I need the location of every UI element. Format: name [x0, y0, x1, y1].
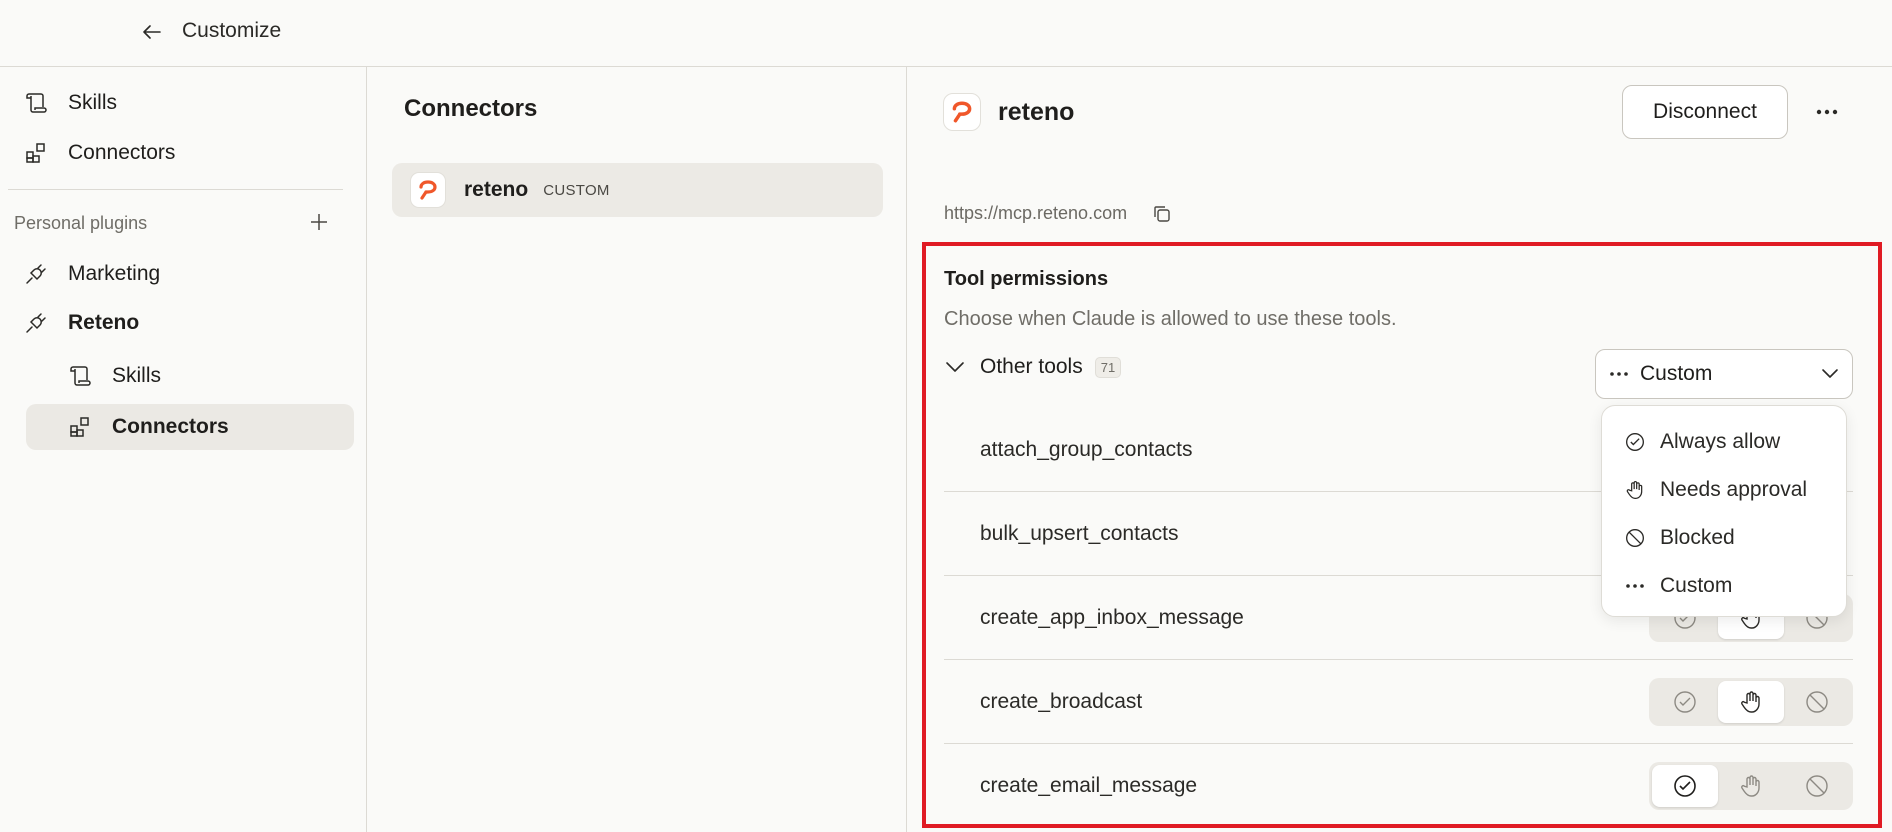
sidebar-item-label: Reteno	[68, 311, 140, 334]
panel-title: Connectors	[404, 95, 538, 122]
divider	[8, 189, 343, 190]
reteno-logo-icon	[943, 93, 981, 131]
sidebar-item-marketing[interactable]: Marketing	[22, 251, 342, 297]
chevron-down-icon	[1820, 364, 1840, 384]
permission-select[interactable]: Custom	[1595, 349, 1853, 399]
tool-name: attach_group_contacts	[980, 437, 1193, 461]
scroll-icon	[22, 89, 50, 117]
sidebar-subitem-skills[interactable]: Skills	[26, 353, 354, 399]
section-label: Personal plugins	[14, 213, 148, 233]
tool-name: create_app_inbox_message	[980, 605, 1244, 629]
option-label: Always allow	[1660, 430, 1781, 453]
connector-name: reteno	[464, 178, 529, 201]
sidebar: Skills Connectors Personal plugins Marke…	[0, 67, 367, 832]
option-label: Needs approval	[1660, 478, 1808, 501]
option-custom[interactable]: Custom	[1614, 564, 1836, 608]
page-title: Customize	[182, 19, 282, 42]
option-label: Custom	[1660, 574, 1733, 597]
check-circle-icon	[1624, 431, 1646, 453]
sidebar-item-label: Skills	[112, 364, 162, 387]
connector-title: reteno	[998, 98, 1075, 126]
connector-detail: reteno Disconnect https://mcp.reteno.com…	[908, 67, 1892, 832]
grid-icon	[22, 139, 50, 167]
count-badge: 71	[1094, 356, 1122, 378]
sidebar-item-connectors[interactable]: Connectors	[22, 130, 342, 176]
hand-icon	[1624, 479, 1646, 501]
needs-approval-button[interactable]	[1718, 681, 1784, 723]
back-arrow-icon[interactable]	[140, 20, 164, 44]
option-blocked[interactable]: Blocked	[1614, 516, 1836, 560]
tool-row: create_email_message	[944, 744, 1853, 828]
reteno-logo-icon	[410, 172, 446, 208]
section-title: Tool permissions	[944, 268, 1109, 290]
sidebar-item-label: Connectors	[68, 141, 176, 164]
permission-dropdown-menu: Always allow Needs approval Blocked Cust…	[1601, 405, 1847, 617]
blocked-button[interactable]	[1784, 681, 1850, 723]
add-plugin-icon[interactable]	[306, 209, 332, 235]
chevron-down-icon[interactable]	[944, 356, 966, 378]
group-label: Other tools	[980, 355, 1083, 378]
scroll-icon	[66, 362, 94, 390]
blocked-button[interactable]	[1784, 765, 1850, 807]
connector-item-reteno[interactable]: reteno CUSTOM	[392, 163, 883, 217]
sidebar-item-skills[interactable]: Skills	[22, 80, 342, 126]
connector-tag: CUSTOM	[543, 181, 610, 199]
connectors-panel: Connectors reteno CUSTOM	[368, 67, 907, 832]
needs-approval-button[interactable]	[1718, 765, 1784, 807]
connector-url: https://mcp.reteno.com	[944, 203, 1128, 223]
disconnect-button[interactable]: Disconnect	[1622, 85, 1788, 139]
plug-icon	[22, 309, 50, 337]
select-value: Custom	[1640, 362, 1713, 385]
option-label: Blocked	[1660, 526, 1735, 549]
sidebar-subitem-connectors[interactable]: Connectors	[26, 404, 354, 450]
copy-icon[interactable]	[1152, 204, 1174, 226]
sidebar-item-label: Skills	[68, 91, 118, 114]
option-always-allow[interactable]: Always allow	[1614, 420, 1836, 464]
tool-name: create_broadcast	[980, 689, 1143, 713]
tool-group-header: Other tools 71	[944, 352, 1122, 382]
blocked-icon	[1624, 527, 1646, 549]
top-bar: Customize	[0, 0, 1892, 67]
sidebar-item-label: Connectors	[112, 415, 229, 438]
tool-name: create_email_message	[980, 774, 1198, 797]
always-allow-button[interactable]	[1652, 765, 1718, 807]
permission-toggle	[1649, 678, 1853, 726]
sidebar-item-label: Marketing	[68, 262, 161, 285]
more-options-icon[interactable]	[1808, 93, 1846, 131]
tool-name: bulk_upsert_contacts	[980, 521, 1179, 545]
plug-icon	[22, 260, 50, 288]
ellipsis-icon	[1624, 575, 1646, 597]
always-allow-button[interactable]	[1652, 681, 1718, 723]
grid-icon	[66, 413, 94, 441]
tool-row: create_broadcast	[944, 660, 1853, 744]
ellipsis-icon	[1610, 372, 1628, 376]
sidebar-item-reteno[interactable]: Reteno	[22, 300, 342, 346]
option-needs-approval[interactable]: Needs approval	[1614, 468, 1836, 512]
permission-toggle	[1649, 762, 1853, 810]
section-description: Choose when Claude is allowed to use the…	[944, 308, 1397, 330]
